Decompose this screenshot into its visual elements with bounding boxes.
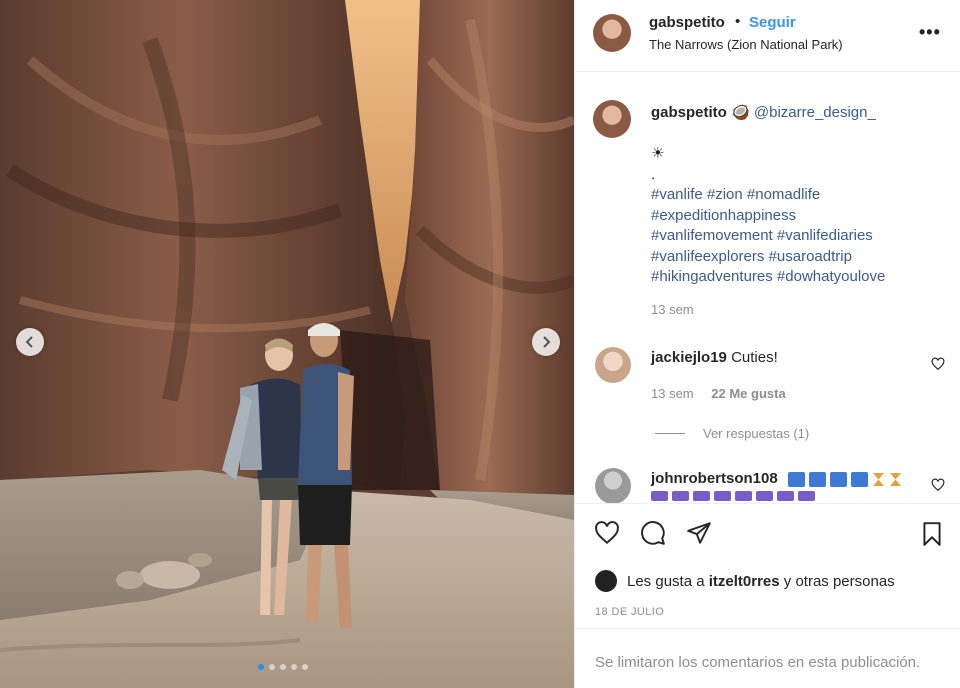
emoji xyxy=(672,491,689,501)
likes-suffix: y otras personas xyxy=(783,572,895,590)
emoji xyxy=(756,491,773,501)
hashtag-line[interactable]: #vanlifemovement #vanlifediaries xyxy=(651,226,885,247)
emoji xyxy=(777,491,794,501)
divider-line xyxy=(655,433,685,434)
post-details-panel: gabspetito • Seguir The Narrows (Zion Na… xyxy=(574,0,960,688)
comment-timestamp[interactable]: 13 sem xyxy=(651,386,694,401)
share-icon[interactable] xyxy=(685,520,713,546)
post-date[interactable]: 18 DE JULIO xyxy=(595,606,664,618)
carousel-dot xyxy=(280,664,286,670)
comments-disabled-text: Se limitaron los comentarios en esta pub… xyxy=(595,654,921,671)
comment-author[interactable]: jackiejlo19 xyxy=(651,349,727,366)
separator-dot: • xyxy=(735,13,741,30)
comment-like-heart-icon[interactable] xyxy=(931,357,945,371)
caption-timestamp[interactable]: 13 sem xyxy=(651,302,694,317)
avatar[interactable] xyxy=(595,347,631,383)
emoji xyxy=(808,471,826,487)
comment-text: johnrobertson108 xyxy=(651,470,902,487)
emoji xyxy=(651,491,668,501)
author-username[interactable]: gabspetito xyxy=(649,14,725,31)
post-photo[interactable] xyxy=(0,0,574,688)
view-replies-label: Ver respuestas (1) xyxy=(703,426,810,441)
emoji xyxy=(693,491,710,501)
hourglass-icon xyxy=(872,472,884,486)
bookmark-icon[interactable] xyxy=(919,520,945,548)
emoji xyxy=(850,471,868,487)
follow-button[interactable]: Seguir xyxy=(749,14,796,31)
caption-author[interactable]: gabspetito xyxy=(651,104,727,121)
emoji-sequence xyxy=(651,491,815,501)
caption-header: gabspetito 🥥 @bizarre_design_ xyxy=(651,103,876,121)
coconut-emoji: 🥥 xyxy=(731,104,750,121)
heart-icon[interactable] xyxy=(593,520,621,546)
avatar[interactable] xyxy=(593,14,631,52)
comments-disabled-notice: Se limitaron los comentarios en esta pub… xyxy=(575,628,960,688)
emoji xyxy=(735,491,752,501)
carousel-dot xyxy=(302,664,308,670)
emoji xyxy=(829,471,847,487)
hashtag-line[interactable]: #vanlife #zion #nomadlife xyxy=(651,185,885,206)
chevron-right-icon xyxy=(543,336,551,348)
emoji xyxy=(787,471,805,487)
carousel-indicator xyxy=(258,664,308,670)
emoji xyxy=(798,491,815,501)
chevron-left-icon xyxy=(25,336,33,348)
comment-icon[interactable] xyxy=(639,520,667,546)
comment-likes[interactable]: 22 Me gusta xyxy=(711,386,785,401)
avatar[interactable] xyxy=(595,468,631,503)
sun-emoji: ☀ xyxy=(651,145,665,162)
avatar[interactable] xyxy=(593,100,631,138)
carousel-dot xyxy=(269,664,275,670)
canyon-photo xyxy=(0,0,574,688)
emoji-sequence xyxy=(787,471,902,487)
hashtag-line[interactable]: #expeditionhappiness xyxy=(651,206,885,227)
comment-body: Cuties! xyxy=(731,349,778,366)
hashtag-line[interactable]: #vanlifeexplorers #usaroadtrip xyxy=(651,247,885,268)
comment-text: jackiejlo19 Cuties! xyxy=(651,349,778,366)
hourglass-icon xyxy=(889,472,901,486)
location-link[interactable]: The Narrows (Zion National Park) xyxy=(649,37,843,52)
hashtag-line[interactable]: #hikingadventures #dowhatyoulove xyxy=(651,267,885,288)
view-replies-button[interactable]: Ver respuestas (1) xyxy=(655,426,809,441)
comments-list[interactable]: gabspetito 🥥 @bizarre_design_ ☀ . #vanli… xyxy=(575,72,960,504)
avatar[interactable] xyxy=(595,570,617,592)
comment-meta: 13 sem 22 Me gusta xyxy=(651,386,786,401)
comment-author[interactable]: johnrobertson108 xyxy=(651,470,778,487)
likes-prefix: Les gusta a xyxy=(627,572,705,590)
previous-image-button[interactable] xyxy=(16,328,44,356)
caption-dot: . xyxy=(651,165,656,183)
more-options-button[interactable]: ••• xyxy=(919,22,941,43)
carousel-dot xyxy=(291,664,297,670)
comment-like-heart-icon[interactable] xyxy=(931,478,945,492)
carousel-dot xyxy=(258,664,264,670)
likes-summary[interactable]: Les gusta a itzelt0rres y otras personas xyxy=(595,570,895,592)
post-actions xyxy=(575,504,960,564)
emoji xyxy=(714,491,731,501)
mention-link[interactable]: @bizarre_design_ xyxy=(754,104,876,121)
next-image-button[interactable] xyxy=(532,328,560,356)
post-header: gabspetito • Seguir The Narrows (Zion Na… xyxy=(575,0,960,72)
liker-username[interactable]: itzelt0rres xyxy=(709,573,780,590)
caption-text: ☀ . #vanlife #zion #nomadlife #expeditio… xyxy=(651,124,885,288)
